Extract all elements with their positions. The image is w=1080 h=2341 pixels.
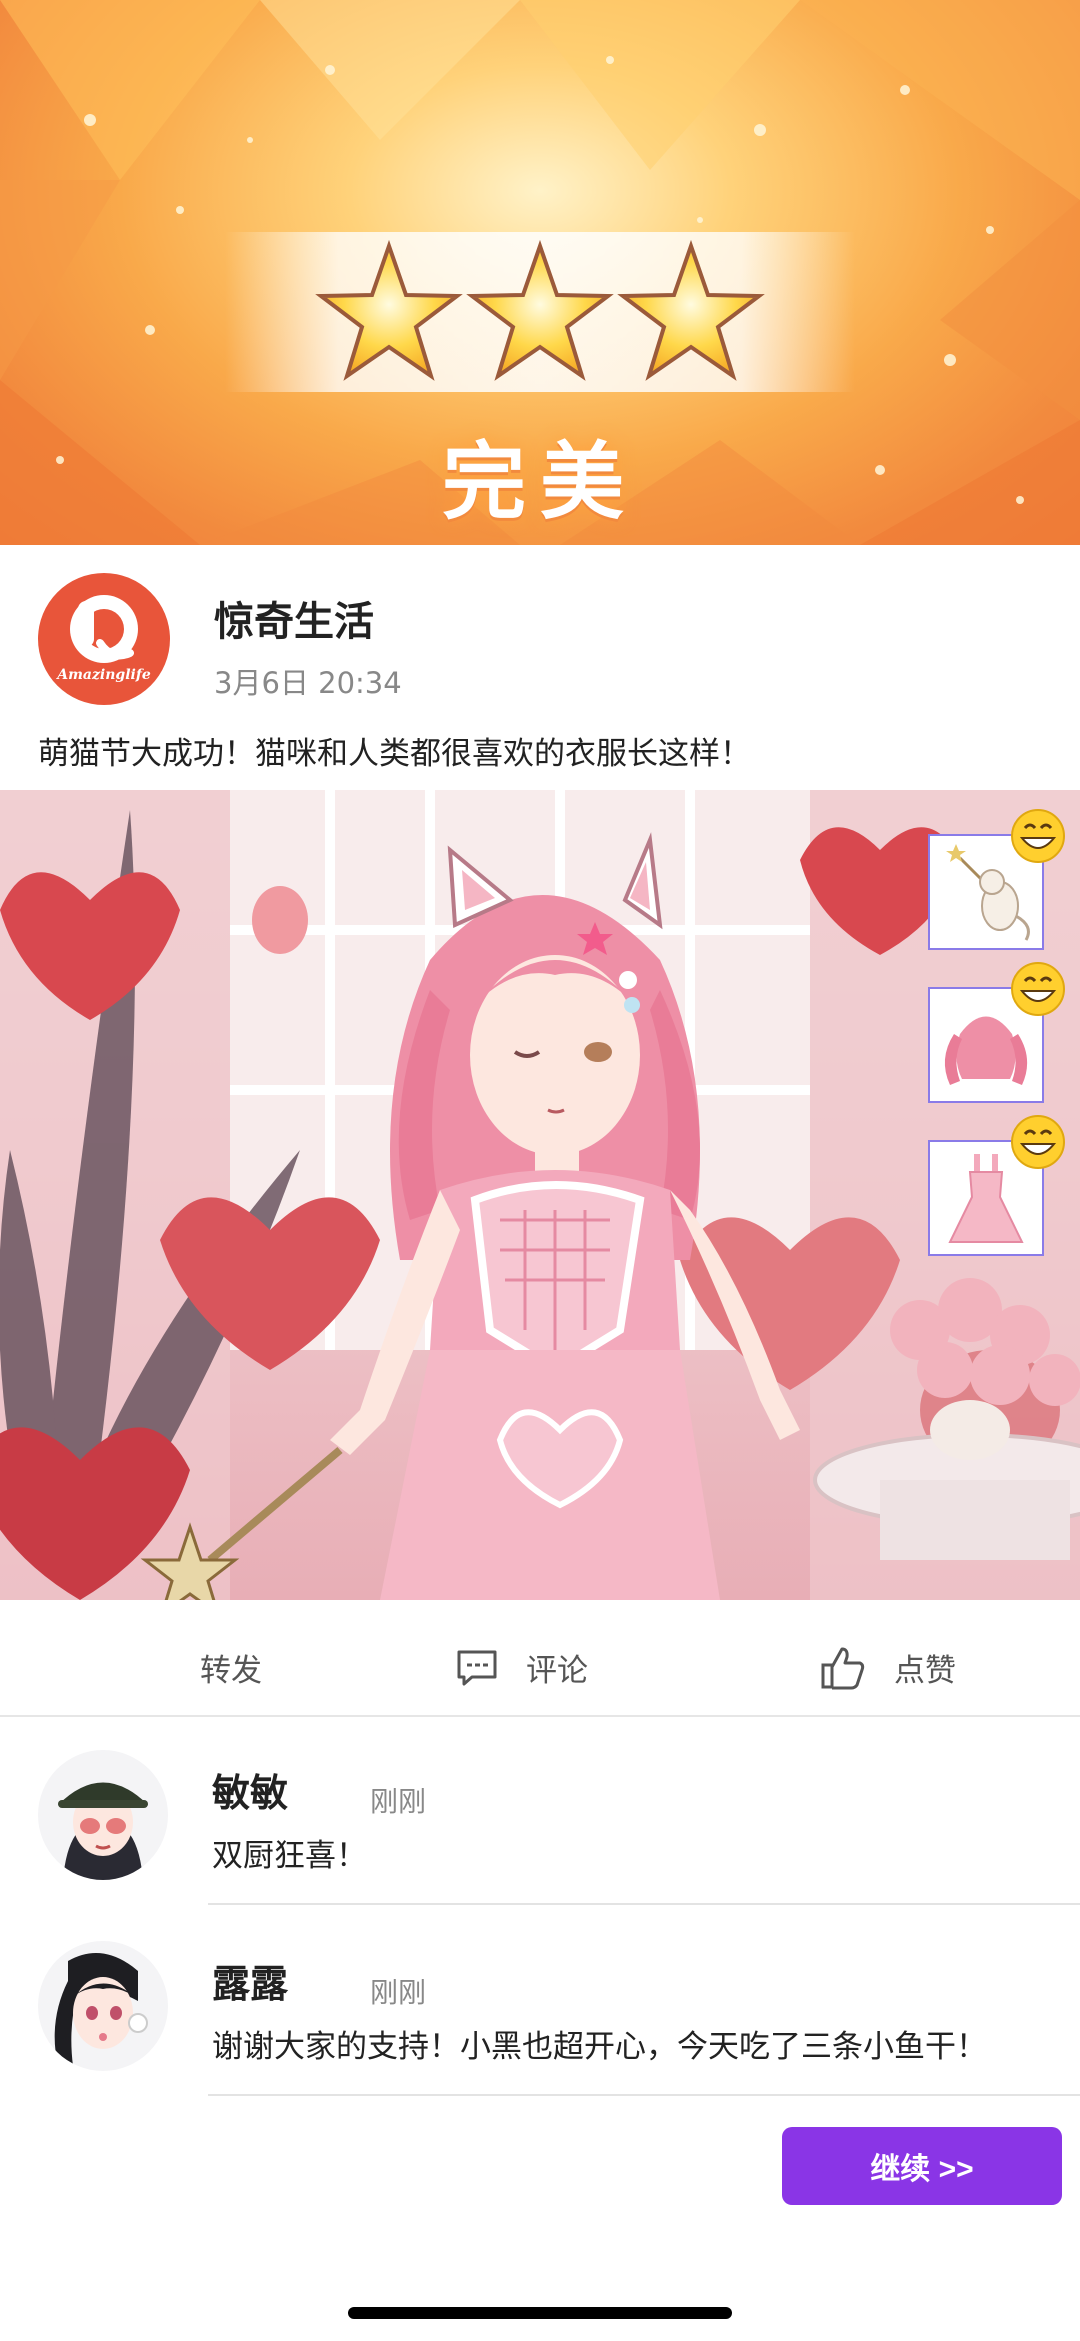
grin-emoji-icon xyxy=(1011,962,1065,1016)
grin-emoji-icon xyxy=(1011,809,1065,863)
post-image xyxy=(0,790,1080,1600)
comment-text: 双厨狂喜！ xyxy=(212,1838,367,1874)
logo-text: Amazinglife xyxy=(57,667,151,683)
post-text: 萌猫节大成功！猫咪和人类都很喜欢的衣服长这样！ xyxy=(38,736,751,772)
comment-divider xyxy=(208,2094,1080,2096)
bucket-hat-girl-avatar-icon xyxy=(58,1782,148,1880)
post-timestamp: 3月6日 20:34 xyxy=(214,666,402,700)
commenter-avatar[interactable] xyxy=(38,1941,168,2071)
comment-time: 刚刚 xyxy=(370,1785,427,1818)
amazinglife-logo-icon xyxy=(70,595,138,663)
star-icon xyxy=(617,239,765,381)
commenter-avatar[interactable] xyxy=(38,1750,168,1880)
outfit-scene-illustration xyxy=(0,790,1080,1600)
result-banner: 完美 xyxy=(0,0,1080,545)
ponytail-girl-avatar-icon xyxy=(54,1953,148,2066)
star-icon xyxy=(315,239,463,381)
share-label: 转发 xyxy=(200,1653,262,1689)
continue-button[interactable]: 继续 >> xyxy=(782,2127,1062,2205)
comment-icon xyxy=(457,1650,497,1685)
grin-emoji-icon xyxy=(1011,1115,1065,1169)
comment-button[interactable]: 评论 xyxy=(456,1620,588,1715)
rating-text: 完美 xyxy=(441,433,638,531)
rating-stars xyxy=(315,239,765,381)
like-button[interactable]: 点赞 xyxy=(820,1620,956,1715)
comment-label: 评论 xyxy=(526,1653,588,1689)
star-icon xyxy=(466,239,614,381)
like-label: 点赞 xyxy=(894,1653,956,1689)
thumbs-up-icon xyxy=(821,1647,865,1689)
share-button[interactable]: 转发 xyxy=(200,1620,262,1715)
author-avatar[interactable]: Amazinglife xyxy=(38,573,170,705)
comment-time: 刚刚 xyxy=(370,1976,427,2009)
commenter-name[interactable]: 敏敏 xyxy=(212,1762,288,1817)
post-header: Amazinglife 惊奇生活 3月6日 20:34 萌猫节大成功！猫咪和人类… xyxy=(0,545,1080,790)
comment-text: 谢谢大家的支持！小黑也超开心，今天吃了三条小鱼干！ xyxy=(212,2029,987,2065)
commenter-name[interactable]: 露露 xyxy=(212,1953,288,2008)
post-action-bar: 转发 评论 点赞 xyxy=(0,1620,1080,1717)
author-name[interactable]: 惊奇生活 xyxy=(214,589,374,647)
comment-divider xyxy=(208,1903,1080,1905)
home-indicator[interactable] xyxy=(348,2307,732,2319)
